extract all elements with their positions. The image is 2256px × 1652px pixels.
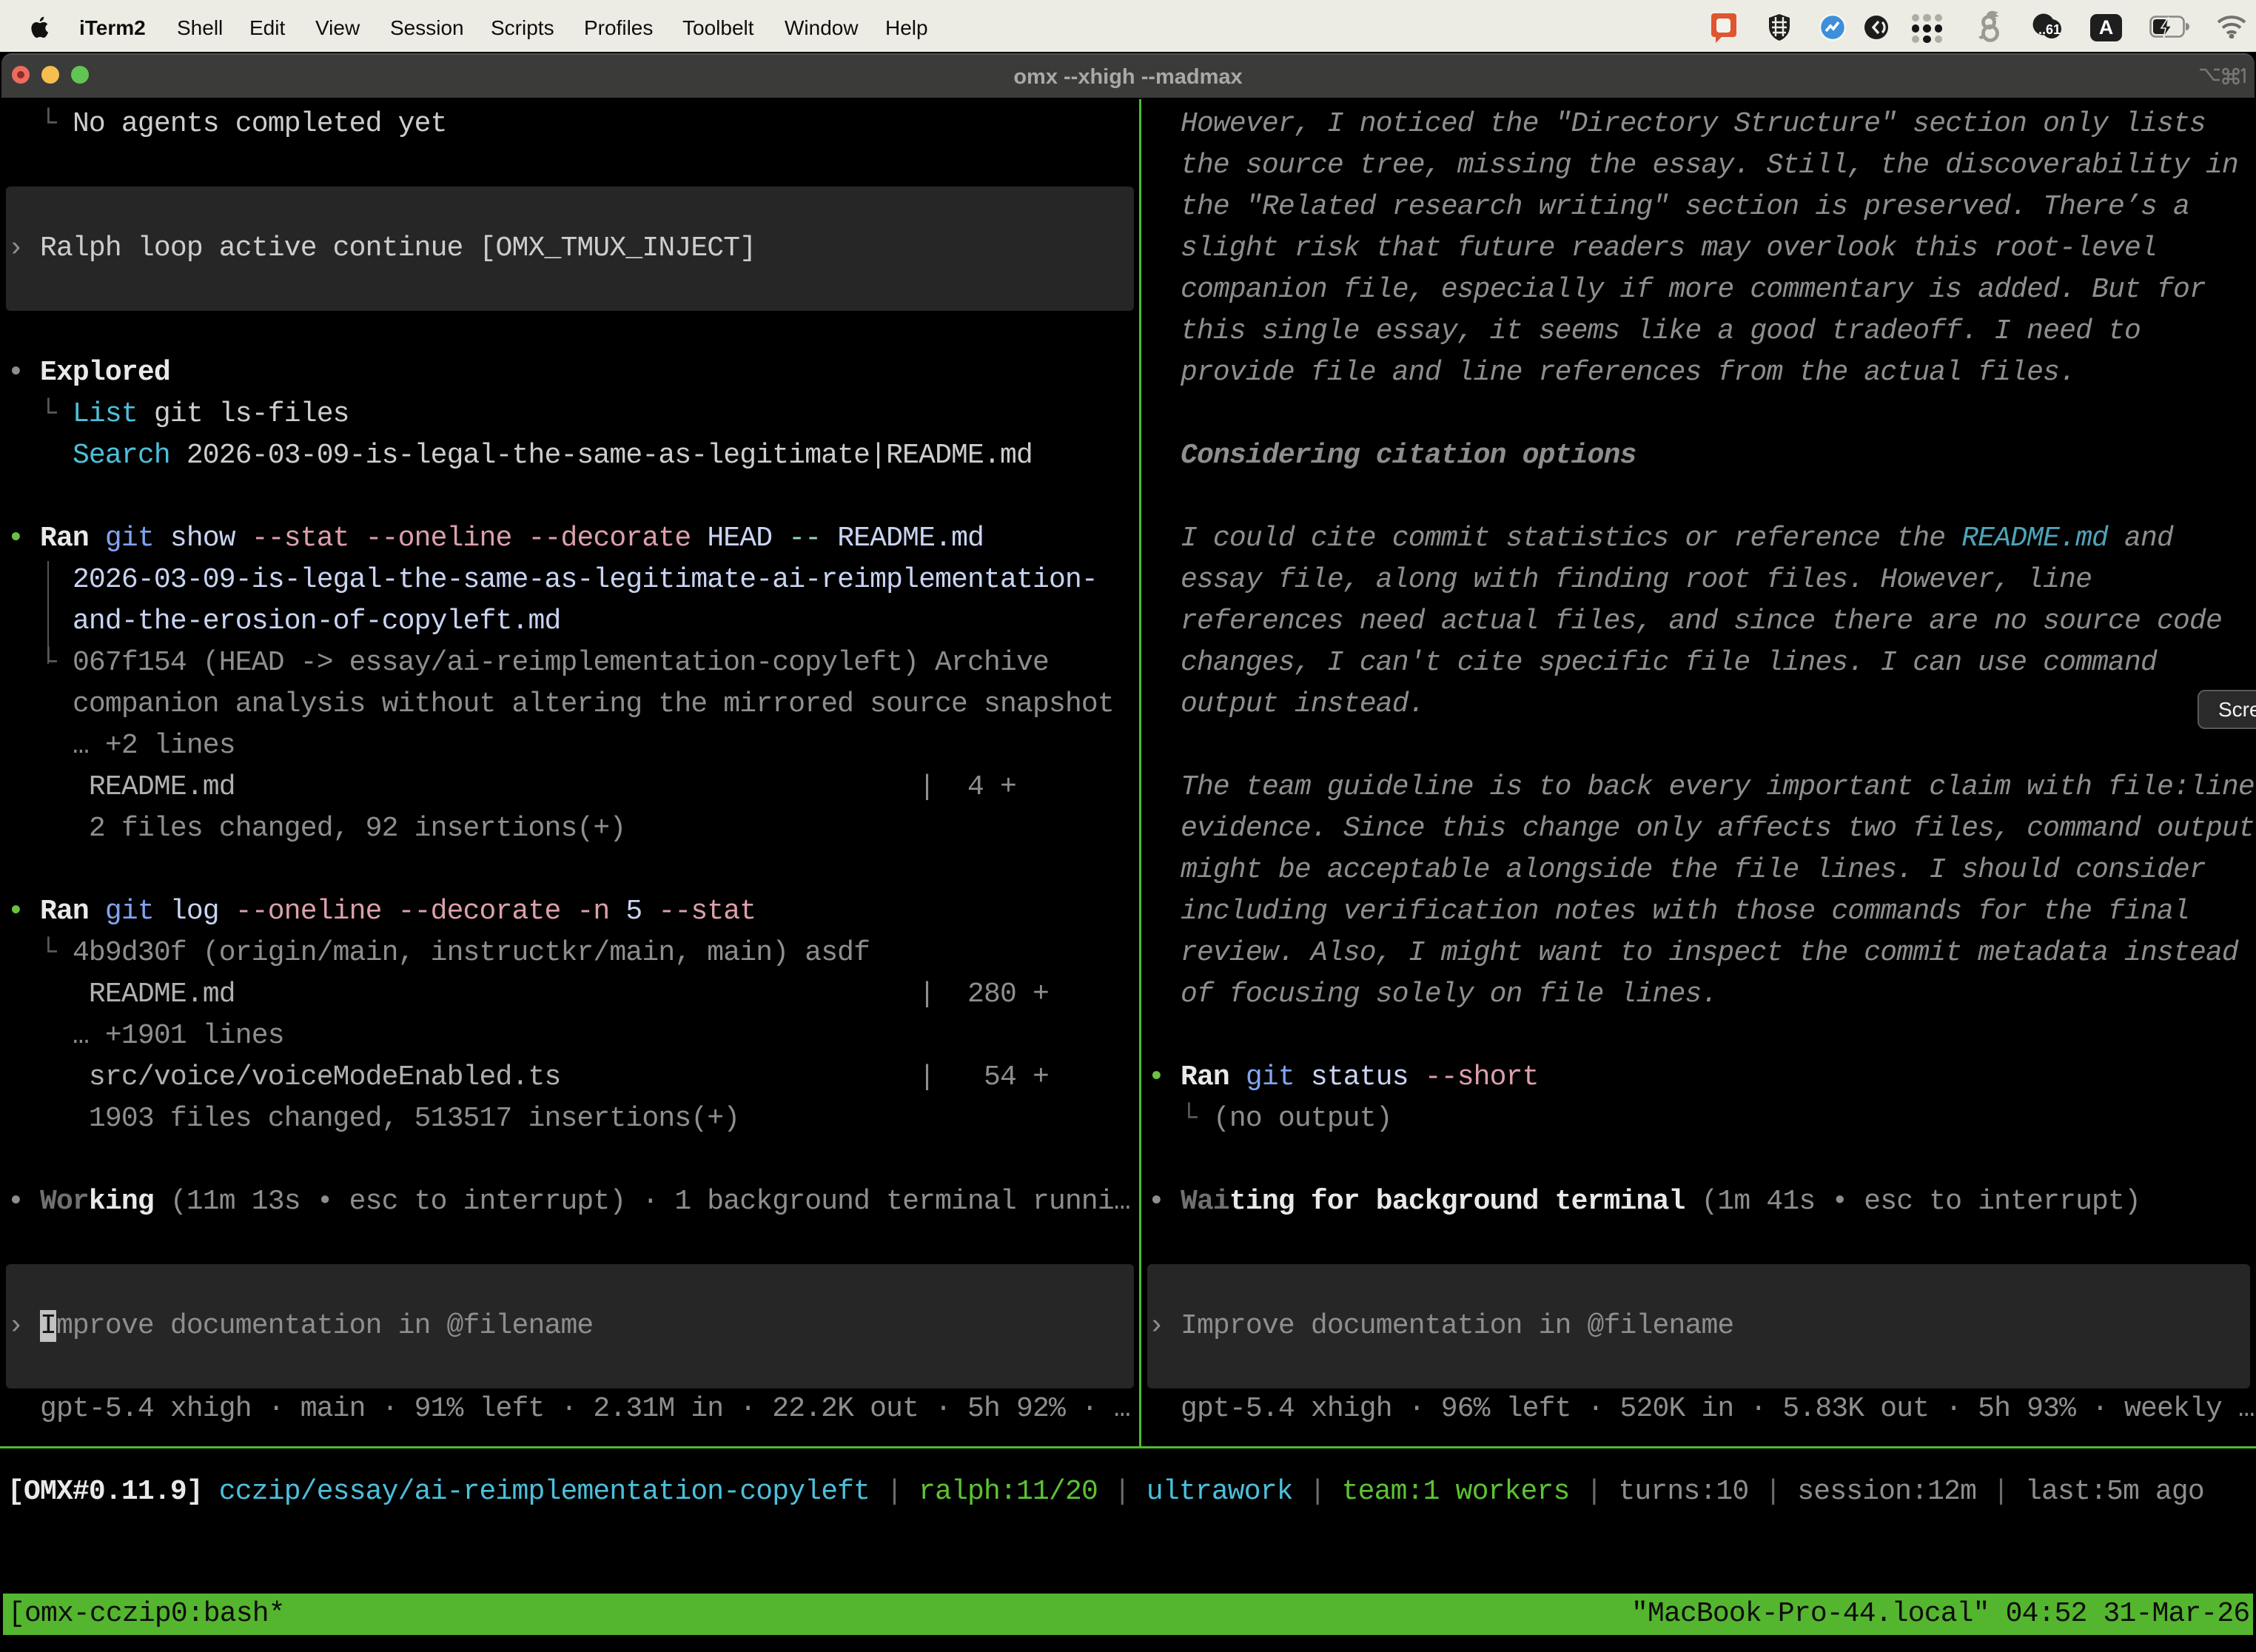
svg-text:..61: ..61	[2038, 22, 2061, 37]
